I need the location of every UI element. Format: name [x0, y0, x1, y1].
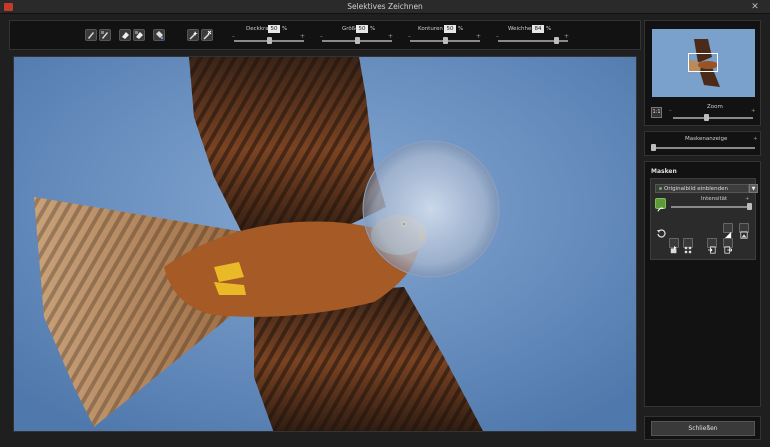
- brush-soft-tool-button[interactable]: [99, 29, 111, 41]
- contours-label: Konturen: [418, 26, 443, 32]
- chevron-down-icon[interactable]: ▼: [749, 184, 758, 193]
- intensity-slider-knob[interactable]: [746, 203, 752, 210]
- opacity-minus-icon[interactable]: –: [232, 33, 235, 40]
- softness-unit: %: [546, 26, 552, 32]
- eraser-tool-button[interactable]: [119, 29, 131, 41]
- mask-mode-value: Originalbild einblenden: [664, 186, 728, 192]
- image-icon: [740, 231, 748, 239]
- brush-soft-icon: [101, 31, 108, 39]
- export-mask-button[interactable]: [723, 238, 733, 254]
- masks-controls: Originalbild einblenden ▼ Intensität +: [650, 178, 758, 260]
- mask-display-slider-knob[interactable]: [650, 144, 656, 151]
- brush-tool-button[interactable]: [85, 29, 97, 41]
- softness-slider-knob[interactable]: [554, 37, 560, 44]
- softness-slider-group: Weichheit 84 % – +: [494, 25, 574, 46]
- bird-image: [14, 57, 636, 431]
- fill-tool-button[interactable]: [153, 29, 165, 41]
- window-close-button[interactable]: ✕: [749, 1, 761, 13]
- size-minus-icon[interactable]: –: [320, 33, 323, 40]
- zoom-slider-track[interactable]: [673, 117, 753, 119]
- eraser-icon: [122, 32, 129, 39]
- contours-slider-knob[interactable]: [442, 37, 448, 44]
- mask-display-label: Maskenanzeige: [685, 136, 728, 142]
- export-icon: [724, 246, 733, 254]
- title-bar: Selektives Zeichnen ✕: [0, 0, 770, 14]
- softness-value-field[interactable]: 84: [532, 25, 544, 33]
- size-value-field[interactable]: 50: [356, 25, 368, 33]
- mask-grid-button[interactable]: [683, 238, 693, 254]
- intensity-plus-icon[interactable]: +: [745, 196, 750, 202]
- masks-panel: Masken Originalbild einblenden ▼ Intensi…: [644, 161, 761, 407]
- load-mask-icon: [670, 246, 677, 254]
- mask-apply-button[interactable]: [655, 198, 666, 212]
- green-dot-icon: [659, 187, 662, 190]
- size-slider-group: Größe 50 % – +: [318, 25, 398, 46]
- softness-plus-icon[interactable]: +: [564, 33, 569, 40]
- wand-icon: [189, 31, 198, 40]
- brush-stroke-icon: [657, 207, 664, 212]
- mask-image-button[interactable]: [739, 223, 749, 239]
- mask-display-panel: Maskenanzeige +: [644, 131, 761, 156]
- intensity-slider-track[interactable]: [671, 206, 751, 208]
- mask-display-slider-track[interactable]: [653, 147, 755, 149]
- size-slider-knob[interactable]: [354, 37, 360, 44]
- navigator-thumbnail[interactable]: [652, 29, 755, 97]
- size-plus-icon[interactable]: +: [388, 33, 393, 40]
- fit-to-screen-button[interactable]: 1:1: [651, 107, 662, 118]
- window-title: Selektives Zeichnen: [347, 2, 423, 11]
- mask-display-plus-icon[interactable]: +: [753, 136, 758, 142]
- opacity-plus-icon[interactable]: +: [300, 33, 305, 40]
- zoom-minus-icon[interactable]: –: [669, 108, 672, 114]
- import-icon: [708, 246, 716, 254]
- footer-panel: Schließen: [644, 416, 761, 440]
- opacity-slider-group: Deckkraft 50 % – +: [230, 25, 310, 46]
- navigator-panel: 1:1 Zoom – +: [644, 20, 761, 126]
- masks-title: Masken: [651, 168, 677, 175]
- softness-minus-icon[interactable]: –: [496, 33, 499, 40]
- mask-mode-dropdown[interactable]: Originalbild einblenden ▼: [655, 184, 758, 193]
- load-mask-button[interactable]: [669, 238, 679, 254]
- contours-slider-group: Konturen 50 % – +: [406, 25, 486, 46]
- wand-erase-icon: [203, 30, 212, 40]
- eraser-soft-tool-button[interactable]: [133, 29, 145, 41]
- invert-mask-button[interactable]: [723, 223, 733, 239]
- contours-plus-icon[interactable]: +: [476, 33, 481, 40]
- intensity-label: Intensität: [701, 196, 728, 202]
- image-canvas[interactable]: [13, 56, 637, 432]
- eraser-soft-icon: [135, 31, 143, 39]
- opacity-slider-knob[interactable]: [266, 37, 272, 44]
- undo-arrow-icon: [657, 229, 666, 238]
- app-window: Selektives Zeichnen ✕ Deckkraft 50 % – +…: [0, 0, 770, 447]
- grid-icon: [684, 246, 692, 254]
- toolbar: Deckkraft 50 % – + Größe 50 % – + Kontur…: [9, 20, 641, 50]
- opacity-unit: %: [282, 26, 288, 32]
- wand-erase-tool-button[interactable]: [201, 29, 213, 41]
- contours-unit: %: [458, 26, 464, 32]
- import-mask-button[interactable]: [707, 238, 717, 254]
- zoom-plus-icon[interactable]: +: [751, 108, 756, 114]
- brush-icon: [88, 32, 94, 39]
- close-button[interactable]: Schließen: [651, 421, 755, 436]
- reset-button[interactable]: [656, 223, 666, 238]
- size-unit: %: [370, 26, 376, 32]
- wand-tool-button[interactable]: [187, 29, 199, 41]
- zoom-slider-knob[interactable]: [704, 114, 710, 121]
- zoom-label: Zoom: [707, 104, 723, 110]
- fill-bucket-icon: [156, 31, 164, 40]
- navigator-view-frame[interactable]: [688, 53, 718, 72]
- opacity-value-field[interactable]: 50: [268, 25, 280, 33]
- contours-value-field[interactable]: 50: [444, 25, 456, 33]
- contours-minus-icon[interactable]: –: [408, 33, 411, 40]
